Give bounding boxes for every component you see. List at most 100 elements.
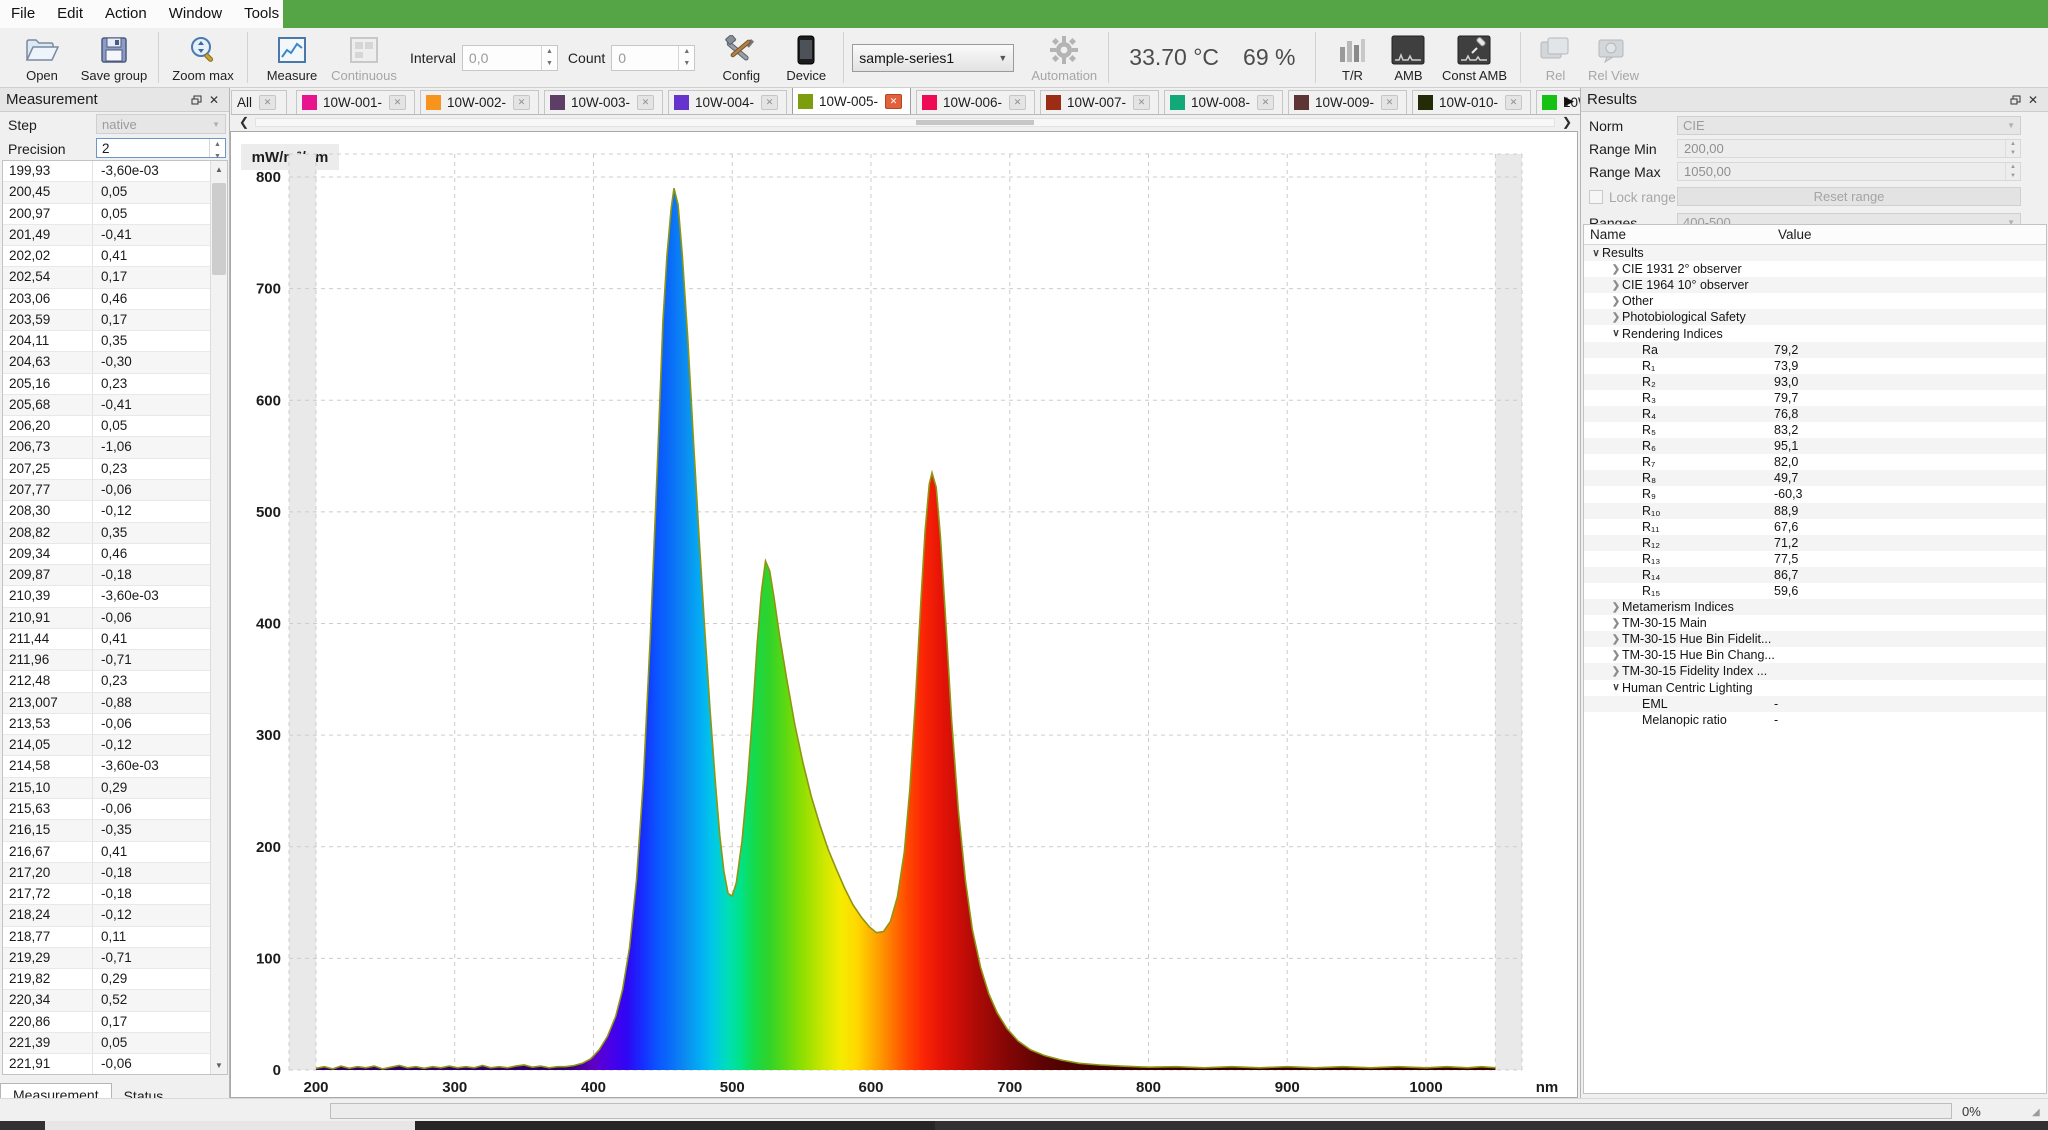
tab-scrollbar-track[interactable] [255,118,1555,127]
tab-10w-002-[interactable]: 10W-002-✕ [420,90,539,114]
table-row[interactable]: 208,820,35 [3,523,210,544]
table-row[interactable]: 203,590,17 [3,310,210,331]
tree-row-cie-1964-10-observer[interactable]: ❯CIE 1964 10° observer [1584,277,2046,293]
table-row[interactable]: 202,540,17 [3,267,210,288]
tab-close-icon[interactable]: ✕ [761,95,778,110]
scroll-up-icon[interactable]: ▲ [211,161,227,178]
scroll-down-icon[interactable]: ▼ [211,1057,227,1074]
table-row[interactable]: 209,87-0,18 [3,565,210,586]
table-row[interactable]: 204,110,35 [3,331,210,352]
tab-all[interactable]: All✕ [231,90,287,114]
scrollbar-thumb[interactable] [212,183,226,275]
amb-button[interactable]: AMB [1380,30,1436,86]
table-row[interactable]: 214,58-3,60e-03 [3,756,210,777]
tree-row-r-[interactable]: R₁73,9 [1584,358,2046,374]
tree-row-cie-1931-2-observer[interactable]: ❯CIE 1931 2° observer [1584,261,2046,277]
measure-button[interactable]: Measure [256,30,328,86]
table-row[interactable]: 218,770,11 [3,927,210,948]
expand-icon[interactable]: ❯ [1610,650,1622,661]
tab-10w-005-[interactable]: 10W-005-✕ [792,88,911,114]
tree-row-r-[interactable]: R₁₀88,9 [1584,503,2046,519]
expand-icon[interactable]: ❯ [1610,634,1622,645]
tree-row-tm-30-15-hue-bin-fidelit-[interactable]: ❯TM-30-15 Hue Bin Fidelit... [1584,631,2046,647]
tab-10w-006-[interactable]: 10W-006-✕ [916,90,1035,114]
save-group-button[interactable]: Save group [78,30,150,86]
tree-row-ra[interactable]: Ra79,2 [1584,342,2046,358]
table-row[interactable]: 202,020,41 [3,246,210,267]
table-row[interactable]: 213,53-0,06 [3,714,210,735]
tree-row-r-[interactable]: R₅83,2 [1584,422,2046,438]
table-row[interactable]: 210,91-0,06 [3,608,210,629]
tree-row-r-[interactable]: R₃79,7 [1584,390,2046,406]
tab-close-icon[interactable]: ✕ [885,94,902,109]
menu-item-edit[interactable]: Edit [46,0,94,28]
expand-icon[interactable]: ❯ [1610,280,1622,291]
menu-item-action[interactable]: Action [94,0,158,28]
table-row[interactable]: 210,39-3,60e-03 [3,586,210,607]
collapse-icon[interactable]: ∨ [1590,248,1602,259]
table-row[interactable]: 200,450,05 [3,182,210,203]
table-row[interactable]: 216,15-0,35 [3,820,210,841]
tree-row-eml[interactable]: EML- [1584,696,2046,712]
tree-row-r-[interactable]: R₁₁67,6 [1584,519,2046,535]
table-row[interactable]: 217,72-0,18 [3,884,210,905]
tree-row-tm-30-15-main[interactable]: ❯TM-30-15 Main [1584,615,2046,631]
tab-close-icon[interactable]: ✕ [259,95,276,110]
spectrum-chart[interactable]: 2003004005006007008009001000010020030040… [231,132,1577,1097]
tr-button[interactable]: T/R [1324,30,1380,86]
table-row[interactable]: 206,200,05 [3,416,210,437]
tab-10w-004-[interactable]: 10W-004-✕ [668,90,787,114]
table-row[interactable]: 212,480,23 [3,671,210,692]
expand-icon[interactable]: ❯ [1610,296,1622,307]
table-row[interactable]: 205,68-0,41 [3,395,210,416]
table-row[interactable]: 209,340,46 [3,544,210,565]
table-row[interactable]: 219,820,29 [3,969,210,990]
tab-overflow-arrow-icon[interactable]: ▶ [1564,93,1580,111]
table-row[interactable]: 221,390,05 [3,1033,210,1054]
table-row[interactable]: 221,91-0,06 [3,1054,210,1075]
tab-10w-001-[interactable]: 10W-001-✕ [296,90,415,114]
table-row[interactable]: 218,24-0,12 [3,905,210,926]
tree-row-human-centric-lighting[interactable]: ∨Human Centric Lighting [1584,680,2046,696]
table-row[interactable]: 208,30-0,12 [3,501,210,522]
tab-close-icon[interactable]: ✕ [1257,95,1274,110]
tab-close-icon[interactable]: ✕ [1009,95,1026,110]
zoom-max-button[interactable]: Zoom max [167,30,239,86]
tree-row-r-[interactable]: R₂93,0 [1584,374,2046,390]
table-row[interactable]: 215,100,29 [3,778,210,799]
tree-row-r-[interactable]: R₁₂71,2 [1584,535,2046,551]
table-row[interactable]: 219,29-0,71 [3,948,210,969]
table-row[interactable]: 211,440,41 [3,629,210,650]
config-button[interactable]: Config [705,30,777,86]
tree-row-r-[interactable]: R₄76,8 [1584,406,2046,422]
measurement-table-scrollbar[interactable]: ▲ ▼ [210,161,227,1074]
open-button[interactable]: Open [6,30,78,86]
table-row[interactable]: 205,160,23 [3,374,210,395]
table-row[interactable]: 200,970,05 [3,204,210,225]
tab-close-icon[interactable]: ✕ [1505,95,1522,110]
menu-item-tools[interactable]: Tools [233,0,290,28]
tree-row-results[interactable]: ∨Results [1584,245,2046,261]
tab-10w-003-[interactable]: 10W-003-✕ [544,90,663,114]
tab-close-icon[interactable]: ✕ [637,95,654,110]
expand-icon[interactable]: ❯ [1610,312,1622,323]
tab-10w-010-[interactable]: 10W-010-✕ [1412,90,1531,114]
tree-row-tm-30-15-fidelity-index-[interactable]: ❯TM-30-15 Fidelity Index ... [1584,663,2046,679]
expand-icon[interactable]: ❯ [1610,666,1622,677]
tree-row-r-[interactable]: R₈49,7 [1584,470,2046,486]
tab-close-icon[interactable]: ✕ [1133,95,1150,110]
series-select[interactable]: sample-series1 ▼ [852,44,1014,72]
tree-row-photobiological-safety[interactable]: ❯Photobiological Safety [1584,309,2046,325]
close-panel-icon[interactable]: ✕ [205,92,223,108]
tree-row-tm-30-15-hue-bin-chang-[interactable]: ❯TM-30-15 Hue Bin Chang... [1584,647,2046,663]
precision-spinner[interactable]: ▲▼ [209,139,225,157]
tree-row-other[interactable]: ❯Other [1584,293,2046,309]
tree-row-r-[interactable]: R₁₄86,7 [1584,567,2046,583]
tree-row-r-[interactable]: R₉-60,3 [1584,486,2046,502]
table-row[interactable]: 211,96-0,71 [3,650,210,671]
table-row[interactable]: 204,63-0,30 [3,352,210,373]
table-row[interactable]: 201,49-0,41 [3,225,210,246]
table-row[interactable]: 215,63-0,06 [3,799,210,820]
resize-grip-icon[interactable]: ◢ [2032,1107,2044,1119]
table-row[interactable]: 216,670,41 [3,842,210,863]
